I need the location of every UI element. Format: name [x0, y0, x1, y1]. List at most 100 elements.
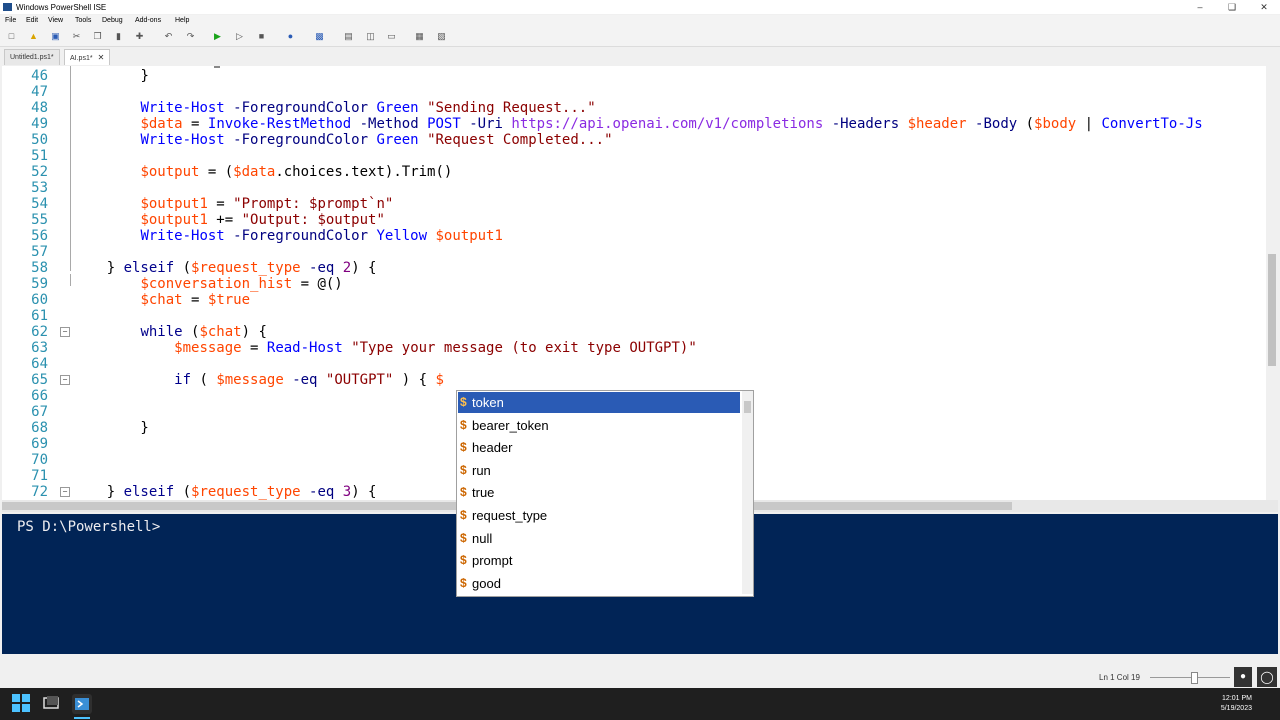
code-line[interactable]: 57: [2, 244, 1266, 260]
code-line[interactable]: 52 $output = ($data.choices.text).Trim(): [2, 164, 1266, 180]
code-token: ) {: [351, 260, 377, 276]
new-file-icon[interactable]: □: [6, 31, 17, 42]
code-line[interactable]: 49 $data = Invoke-RestMethod -Method POS…: [2, 116, 1266, 132]
redo-icon[interactable]: ↷: [185, 31, 196, 42]
variable-icon: $: [460, 553, 467, 568]
close-tab-icon[interactable]: ✕: [98, 53, 105, 62]
show-script-pane-top-icon[interactable]: ▤: [343, 31, 354, 42]
code-line[interactable]: 46 }: [2, 68, 1266, 84]
code-line[interactable]: 58 } elseif ($request_type -eq 2) {: [2, 260, 1266, 276]
code-line[interactable]: 56 Write-Host -ForegroundColor Yellow $o…: [2, 228, 1266, 244]
completion-item[interactable]: $ true: [458, 482, 740, 503]
collapse-region-icon[interactable]: −: [60, 327, 70, 337]
save-icon[interactable]: ▣: [50, 31, 61, 42]
completion-item[interactable]: $ header: [458, 437, 740, 458]
line-number: 53: [31, 180, 48, 196]
cut-icon[interactable]: ✂: [71, 31, 82, 42]
tab-untitled1[interactable]: Untitled1.ps1*: [4, 49, 60, 65]
completion-item[interactable]: $ prompt: [458, 550, 740, 571]
undo-icon[interactable]: ↶: [163, 31, 174, 42]
open-folder-icon[interactable]: ▲: [28, 31, 39, 42]
menu-view[interactable]: View: [48, 17, 63, 24]
editor-vertical-scrollbar[interactable]: [1266, 66, 1278, 500]
close-button[interactable]: ✕: [1248, 0, 1280, 14]
completion-item[interactable]: $ token: [458, 392, 740, 413]
run-script-icon[interactable]: ▶: [212, 31, 223, 42]
zoom-slider-track[interactable]: [1150, 677, 1230, 678]
paste-icon[interactable]: ▮: [113, 31, 124, 42]
settings-circle-icon[interactable]: ◯: [1257, 667, 1277, 687]
code-line[interactable]: 53: [2, 180, 1266, 196]
show-script-pane-max-icon[interactable]: ▭: [386, 31, 397, 42]
code-line[interactable]: 54 $output1 = "Prompt: $prompt`n": [2, 196, 1266, 212]
code-token: -Headers: [831, 116, 900, 132]
line-number: 47: [31, 84, 48, 100]
line-code: } elseif ($request_type -eq 3) {: [73, 484, 377, 500]
line-code: $output1 += "Output: $output": [73, 212, 384, 228]
scroll-thumb[interactable]: [1268, 254, 1276, 366]
powershell-ise-taskbar-icon[interactable]: [72, 694, 92, 714]
code-line[interactable]: 48 Write-Host -ForegroundColor Green "Se…: [2, 100, 1266, 116]
completion-item[interactable]: $ good: [458, 573, 740, 594]
script-tabs: Untitled1.ps1* AI.ps1* ✕: [0, 47, 1280, 65]
completion-label: good: [472, 575, 501, 591]
code-line[interactable]: 47: [2, 84, 1266, 100]
zoom-slider-thumb[interactable]: [1191, 672, 1198, 684]
task-view-icon[interactable]: [42, 694, 62, 714]
collapse-region-icon[interactable]: −: [60, 487, 70, 497]
popup-scrollbar[interactable]: [742, 391, 753, 594]
remote-powershell-icon[interactable]: ●: [285, 31, 296, 42]
microphone-icon[interactable]: ●: [1234, 667, 1252, 687]
code-line[interactable]: 60 $chat = $true: [2, 292, 1266, 308]
menu-addons[interactable]: Add-ons: [135, 17, 161, 24]
minimize-button[interactable]: –: [1184, 0, 1216, 14]
code-line[interactable]: 50 Write-Host -ForegroundColor Green "Re…: [2, 132, 1266, 148]
windows-start-icon[interactable]: [12, 694, 32, 714]
line-number: 60: [31, 292, 48, 308]
variable-icon: $: [460, 575, 467, 590]
menu-tools[interactable]: Tools: [75, 17, 91, 24]
show-script-pane-right-icon[interactable]: ◫: [365, 31, 376, 42]
line-number: 57: [31, 244, 48, 260]
line-number: 64: [31, 356, 48, 372]
code-token: ) {: [241, 324, 267, 340]
clear-icon[interactable]: ✚: [134, 31, 145, 42]
line-code: while ($chat) {: [73, 324, 267, 340]
clock-date: 5/19/2023: [1220, 705, 1252, 712]
completion-item[interactable]: $ null: [458, 528, 740, 549]
taskbar-clock[interactable]: 12:01 PM 5/19/2023: [1221, 694, 1252, 714]
menu-debug[interactable]: Debug: [102, 17, 123, 24]
code-line[interactable]: 59 $conversation_hist = @(): [2, 276, 1266, 292]
menu-help[interactable]: Help: [175, 17, 189, 24]
start-powershell-icon[interactable]: ▩: [314, 31, 325, 42]
menu-edit[interactable]: Edit: [26, 17, 38, 24]
code-line[interactable]: 63 $message = Read-Host "Type your messa…: [2, 340, 1266, 356]
scroll-thumb[interactable]: [744, 401, 751, 413]
intellisense-popup[interactable]: $ token $ bearer_token $ header $ run $ true $ requ…: [456, 390, 754, 597]
show-command-addon-icon[interactable]: ▧: [436, 31, 447, 42]
copy-icon[interactable]: ❐: [92, 31, 103, 42]
tab-ai-ps1[interactable]: AI.ps1* ✕: [64, 49, 111, 65]
completion-item[interactable]: $ bearer_token: [458, 415, 740, 436]
code-token: POST: [427, 116, 461, 132]
collapse-region-icon[interactable]: −: [60, 375, 70, 385]
code-token: -eq: [309, 260, 335, 276]
stop-icon[interactable]: ■: [256, 31, 267, 42]
code-token: 3: [342, 484, 352, 500]
completion-item[interactable]: $ request_type: [458, 505, 740, 526]
code-line[interactable]: 51: [2, 148, 1266, 164]
maximize-button[interactable]: ❑: [1216, 0, 1248, 14]
code-line[interactable]: 61: [2, 308, 1266, 324]
code-line[interactable]: 62 − while ($chat) {: [2, 324, 1266, 340]
code-line[interactable]: 65 − if ( $message -eq "OUTGPT" ) { $: [2, 372, 1266, 388]
show-commands-icon[interactable]: ▦: [414, 31, 425, 42]
code-line[interactable]: 55 $output1 += "Output: $output": [2, 212, 1266, 228]
run-selection-icon[interactable]: ▷: [234, 31, 245, 42]
line-code: }: [73, 68, 148, 84]
completion-item[interactable]: $ run: [458, 460, 740, 481]
menu-file[interactable]: File: [5, 17, 16, 24]
code-line[interactable]: 64: [2, 356, 1266, 372]
